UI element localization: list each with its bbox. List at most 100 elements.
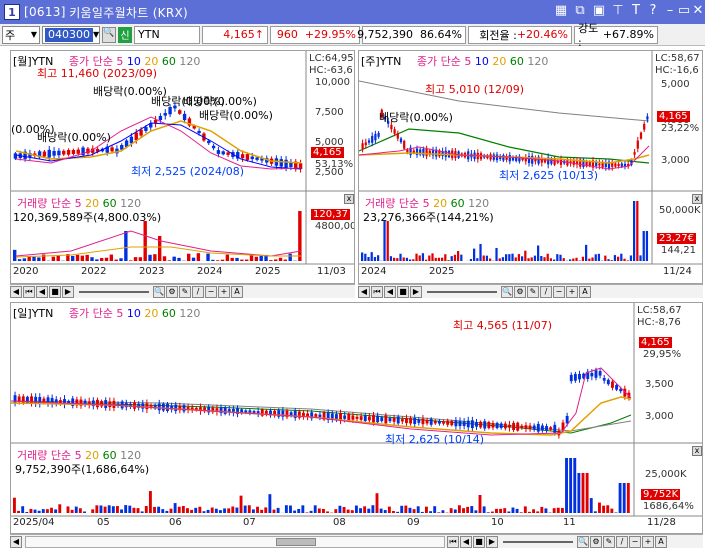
line-icon[interactable]: / bbox=[192, 285, 204, 298]
volume-bar bbox=[78, 508, 82, 513]
volume-bar bbox=[172, 256, 176, 261]
scroll-left-icon[interactable]: ◀ bbox=[10, 285, 22, 298]
prev-icon[interactable]: ◀ bbox=[36, 285, 48, 298]
scroll-left-icon[interactable]: ◀ bbox=[358, 285, 370, 298]
volume-axis: 4800,00 bbox=[315, 221, 355, 232]
volume-bar bbox=[111, 506, 115, 513]
stock-name-field: YTN bbox=[134, 25, 200, 44]
line-icon[interactable]: / bbox=[540, 285, 552, 298]
candle-body bbox=[158, 115, 163, 121]
volume-bar bbox=[593, 511, 597, 513]
volume-bar bbox=[371, 505, 375, 513]
plus-icon[interactable]: + bbox=[566, 285, 578, 298]
volume-bar bbox=[562, 258, 565, 261]
first-icon[interactable]: ⏮ bbox=[447, 535, 459, 548]
close-pane-icon[interactable]: x bbox=[692, 446, 702, 456]
horizontal-scrollbar[interactable] bbox=[25, 535, 445, 548]
magnify-icon[interactable]: 🔍 bbox=[501, 285, 513, 298]
magnify-icon[interactable]: 🔍 bbox=[577, 535, 589, 548]
magnify-icon[interactable]: 🔍 bbox=[153, 285, 165, 298]
volume-bar bbox=[153, 506, 156, 513]
help-icon[interactable]: ? bbox=[645, 3, 661, 19]
minus-icon[interactable]: − bbox=[553, 285, 565, 298]
plus-icon[interactable]: + bbox=[642, 535, 654, 548]
zoom-slider[interactable] bbox=[79, 290, 149, 293]
candle-body bbox=[318, 414, 322, 417]
search-icon[interactable]: 🔍 bbox=[102, 26, 116, 43]
scroll-left-icon[interactable]: ◀ bbox=[10, 535, 22, 548]
volume-bar bbox=[416, 506, 420, 513]
copy-icon[interactable]: ▣ bbox=[591, 3, 607, 19]
pause-icon[interactable]: ■ bbox=[49, 285, 61, 298]
axis-tick: 3,000 bbox=[645, 411, 674, 422]
font-icon[interactable]: A bbox=[655, 535, 667, 548]
next-icon[interactable]: ▶ bbox=[62, 285, 74, 298]
line-icon[interactable]: / bbox=[616, 535, 628, 548]
volume-bar bbox=[109, 254, 114, 261]
prev-icon[interactable]: ◀ bbox=[384, 285, 396, 298]
volume-bar bbox=[191, 257, 196, 261]
plus-icon[interactable]: + bbox=[218, 285, 230, 298]
price-field: 4,165 ↑ bbox=[202, 25, 268, 44]
volume-bar bbox=[37, 510, 41, 513]
x-label: 05 bbox=[97, 517, 110, 528]
settings-icon[interactable]: ⚙ bbox=[514, 285, 526, 298]
close-icon[interactable]: ✕ bbox=[690, 3, 705, 19]
pin-icon[interactable]: ⊤ bbox=[610, 3, 626, 19]
first-icon[interactable]: ⏮ bbox=[23, 285, 35, 298]
volume-bar bbox=[268, 494, 272, 513]
volume-bar bbox=[173, 503, 177, 513]
volume-bar bbox=[95, 505, 99, 513]
draw-icon[interactable]: ✎ bbox=[527, 285, 539, 298]
close-pane-icon[interactable]: x bbox=[692, 194, 702, 204]
candle-body bbox=[611, 381, 614, 388]
market-select[interactable]: 주 ▼ bbox=[2, 25, 40, 44]
volume-bar bbox=[553, 259, 556, 261]
candle-body bbox=[351, 415, 355, 420]
volume-bar bbox=[196, 253, 201, 261]
pause-icon[interactable]: ■ bbox=[397, 285, 409, 298]
volume-bar bbox=[523, 506, 527, 513]
draw-icon[interactable]: ✎ bbox=[603, 535, 615, 548]
candle-body bbox=[182, 405, 186, 412]
font-icon[interactable]: A bbox=[231, 285, 243, 298]
volume-bar bbox=[642, 231, 645, 261]
text-icon[interactable]: T bbox=[628, 3, 644, 19]
low-annotation: 최저 2,625 (10/13) bbox=[499, 169, 599, 182]
first-icon[interactable]: ⏮ bbox=[371, 285, 383, 298]
volume-bar bbox=[54, 509, 58, 513]
volume-bar bbox=[377, 255, 380, 261]
prev-icon[interactable]: ◀ bbox=[460, 535, 472, 548]
minus-icon[interactable]: − bbox=[205, 285, 217, 298]
close-pane-icon[interactable]: x bbox=[344, 194, 354, 204]
x-label: 06 bbox=[169, 517, 182, 528]
settings-icon[interactable]: ⚙ bbox=[590, 535, 602, 548]
volume-bar bbox=[148, 491, 152, 513]
zoom-slider[interactable] bbox=[503, 540, 573, 543]
volume-bar bbox=[383, 510, 387, 513]
volume-bar bbox=[617, 256, 620, 261]
price-tag: 4,165 bbox=[311, 147, 344, 158]
grid-icon[interactable]: ▦ bbox=[553, 3, 569, 19]
font-icon[interactable]: A bbox=[579, 285, 591, 298]
minus-icon[interactable]: − bbox=[629, 535, 641, 548]
volume-bar bbox=[225, 254, 230, 261]
candle-body bbox=[639, 132, 643, 139]
pause-icon[interactable]: ■ bbox=[473, 535, 485, 548]
volume-bar bbox=[622, 483, 626, 513]
next-icon[interactable]: ▶ bbox=[486, 535, 498, 548]
scrollbar-thumb[interactable] bbox=[276, 537, 316, 546]
volume-bar bbox=[485, 255, 489, 261]
candle-body bbox=[508, 155, 511, 162]
settings-icon[interactable]: ⚙ bbox=[166, 285, 178, 298]
link-icon[interactable]: ⧉ bbox=[572, 3, 588, 19]
next-icon[interactable]: ▶ bbox=[410, 285, 422, 298]
candle-body bbox=[182, 113, 187, 121]
ma-type-label: 종가 단순 bbox=[416, 55, 461, 68]
stock-code-input[interactable]: 040300 ▼ bbox=[42, 25, 100, 44]
draw-icon[interactable]: ✎ bbox=[179, 285, 191, 298]
volume-bar bbox=[610, 260, 613, 261]
turnover-value: +20.46% bbox=[516, 28, 568, 41]
zoom-slider[interactable] bbox=[427, 290, 497, 293]
volume-bar bbox=[453, 509, 457, 513]
